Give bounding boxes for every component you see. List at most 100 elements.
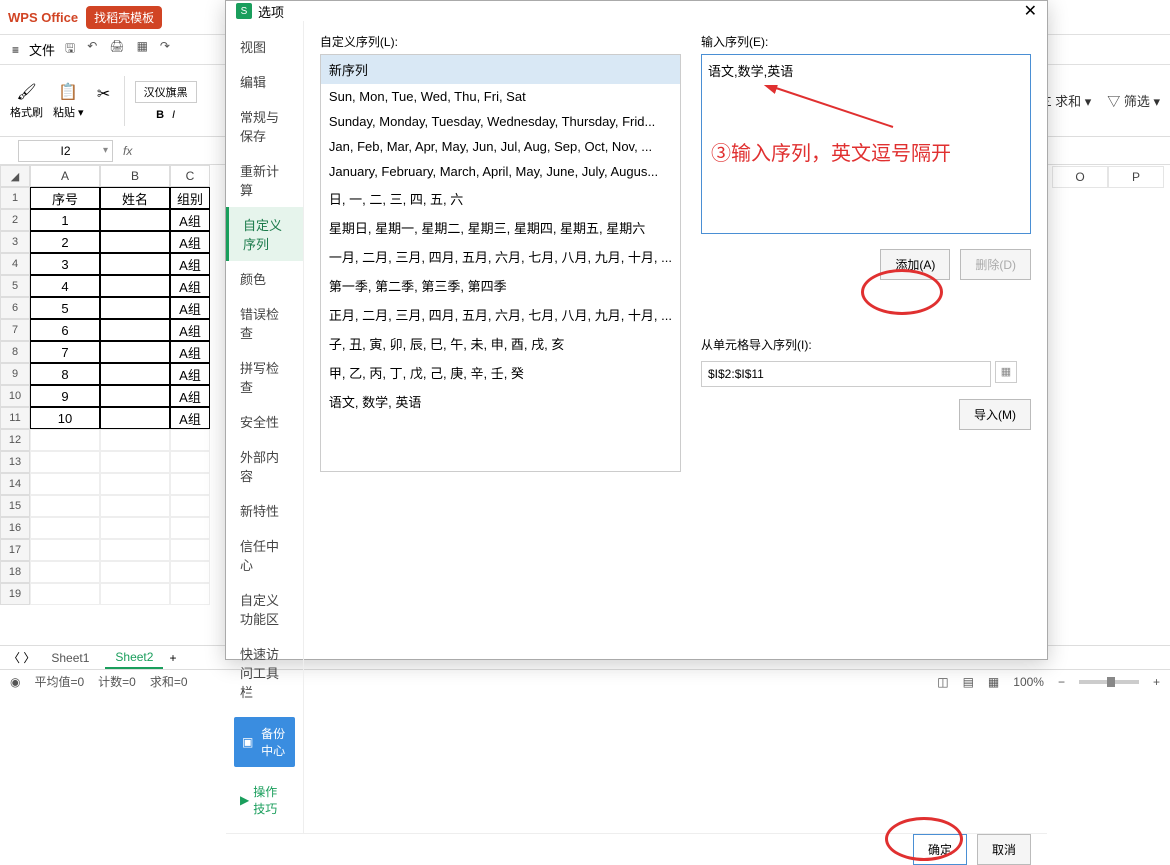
row-header-11[interactable]: 11	[0, 407, 30, 429]
table-cell[interactable]: 7	[30, 341, 100, 363]
row-header-6[interactable]: 6	[0, 297, 30, 319]
fx-icon[interactable]: fx	[123, 144, 132, 158]
table-cell[interactable]	[100, 297, 170, 319]
table-cell[interactable]: 10	[30, 407, 100, 429]
empty-cell[interactable]	[170, 539, 210, 561]
sidebar-item-8[interactable]: 安全性	[226, 404, 303, 439]
sidebar-item-0[interactable]: 视图	[226, 29, 303, 64]
row-header-16[interactable]: 16	[0, 517, 30, 539]
table-cell[interactable]: 8	[30, 363, 100, 385]
row-header-17[interactable]: 17	[0, 539, 30, 561]
empty-cell[interactable]	[170, 583, 210, 605]
sidebar-item-6[interactable]: 错误检查	[226, 296, 303, 350]
empty-cell[interactable]	[100, 473, 170, 495]
delete-button[interactable]: 删除(D)	[960, 249, 1031, 280]
table-cell[interactable]: A组	[170, 253, 210, 275]
table-cell[interactable]: 6	[30, 319, 100, 341]
redo-icon[interactable]: ↷	[160, 39, 170, 60]
cancel-button[interactable]: 取消	[977, 834, 1031, 865]
table-cell[interactable]: A组	[170, 297, 210, 319]
custom-list[interactable]: 新序列Sun, Mon, Tue, Wed, Thu, Fri, SatSund…	[320, 54, 681, 472]
print-icon[interactable]: 🖨	[109, 39, 124, 60]
filter-button[interactable]: ▽ 筛选 ▾	[1107, 91, 1160, 110]
empty-cell[interactable]	[100, 495, 170, 517]
table-cell[interactable]: A组	[170, 363, 210, 385]
table-cell[interactable]	[100, 209, 170, 231]
list-item[interactable]: Jan, Feb, Mar, Apr, May, Jun, Jul, Aug, …	[321, 134, 680, 159]
row-header-8[interactable]: 8	[0, 341, 30, 363]
table-cell[interactable]: A组	[170, 341, 210, 363]
sidebar-item-3[interactable]: 重新计算	[226, 153, 303, 207]
table-cell[interactable]	[100, 363, 170, 385]
empty-cell[interactable]	[170, 429, 210, 451]
list-item[interactable]: 语文, 数学, 英语	[321, 387, 680, 416]
sidebar-item-1[interactable]: 编辑	[226, 64, 303, 99]
table-cell[interactable]	[100, 231, 170, 253]
table-cell[interactable]	[100, 319, 170, 341]
paste-button[interactable]: 📋 粘贴 ▾	[53, 82, 84, 120]
sidebar-item-10[interactable]: 新特性	[226, 493, 303, 528]
empty-cell[interactable]	[30, 561, 100, 583]
empty-cell[interactable]	[30, 583, 100, 605]
empty-cell[interactable]	[30, 473, 100, 495]
row-header-15[interactable]: 15	[0, 495, 30, 517]
table-cell[interactable]	[100, 407, 170, 429]
table-cell[interactable]: A组	[170, 385, 210, 407]
list-item[interactable]: Sun, Mon, Tue, Wed, Thu, Fri, Sat	[321, 84, 680, 109]
tab-sheet1[interactable]: Sheet1	[41, 648, 99, 668]
row-header-10[interactable]: 10	[0, 385, 30, 407]
table-header[interactable]: 姓名	[100, 187, 170, 209]
col-header-A[interactable]: A	[30, 165, 100, 187]
empty-cell[interactable]	[170, 451, 210, 473]
empty-cell[interactable]	[170, 517, 210, 539]
list-item[interactable]: 星期日, 星期一, 星期二, 星期三, 星期四, 星期五, 星期六	[321, 213, 680, 242]
zoom-in[interactable]: +	[1153, 675, 1160, 689]
sidebar-item-9[interactable]: 外部内容	[226, 439, 303, 493]
range-picker-icon[interactable]: ▦	[995, 361, 1017, 383]
add-button[interactable]: 添加(A)	[880, 249, 950, 280]
table-cell[interactable]: A组	[170, 275, 210, 297]
sidebar-item-12[interactable]: 自定义功能区	[226, 582, 303, 636]
row-header-3[interactable]: 3	[0, 231, 30, 253]
row-header-4[interactable]: 4	[0, 253, 30, 275]
zoom-slider[interactable]	[1079, 680, 1139, 684]
sidebar-item-11[interactable]: 信任中心	[226, 528, 303, 582]
col-P[interactable]: P	[1108, 166, 1164, 188]
table-cell[interactable]: 1	[30, 209, 100, 231]
table-cell[interactable]: A组	[170, 231, 210, 253]
row-header-18[interactable]: 18	[0, 561, 30, 583]
empty-cell[interactable]	[30, 451, 100, 473]
empty-cell[interactable]	[170, 473, 210, 495]
table-cell[interactable]	[100, 253, 170, 275]
empty-cell[interactable]	[170, 495, 210, 517]
tips-link[interactable]: ▶ 操作技巧	[226, 775, 303, 825]
empty-cell[interactable]	[100, 517, 170, 539]
import-button[interactable]: 导入(M)	[959, 399, 1031, 430]
ok-button[interactable]: 确定	[913, 834, 967, 865]
table-cell[interactable]	[100, 341, 170, 363]
italic-button[interactable]: I	[172, 109, 175, 121]
sidebar-item-7[interactable]: 拼写检查	[226, 350, 303, 404]
empty-cell[interactable]	[30, 495, 100, 517]
table-cell[interactable]	[100, 275, 170, 297]
template-button[interactable]: 找稻壳模板	[86, 6, 162, 29]
sidebar-item-5[interactable]: 颜色	[226, 261, 303, 296]
table-cell[interactable]: 2	[30, 231, 100, 253]
row-header-12[interactable]: 12	[0, 429, 30, 451]
preview-icon[interactable]: ▦	[137, 39, 148, 60]
table-cell[interactable]: A组	[170, 407, 210, 429]
empty-cell[interactable]	[30, 429, 100, 451]
empty-cell[interactable]	[100, 539, 170, 561]
row-header-1[interactable]: 1	[0, 187, 30, 209]
cut-button[interactable]: ✂	[94, 84, 114, 118]
empty-cell[interactable]	[30, 517, 100, 539]
row-header-5[interactable]: 5	[0, 275, 30, 297]
list-item[interactable]: Sunday, Monday, Tuesday, Wednesday, Thur…	[321, 109, 680, 134]
font-name[interactable]: 汉仪旗黑 B I	[135, 81, 197, 121]
row-header-2[interactable]: 2	[0, 209, 30, 231]
record-icon[interactable]: ◉	[10, 675, 20, 689]
table-header[interactable]: 序号	[30, 187, 100, 209]
table-cell[interactable]: A组	[170, 319, 210, 341]
tab-add[interactable]: +	[169, 651, 176, 665]
col-header-C[interactable]: C	[170, 165, 210, 187]
